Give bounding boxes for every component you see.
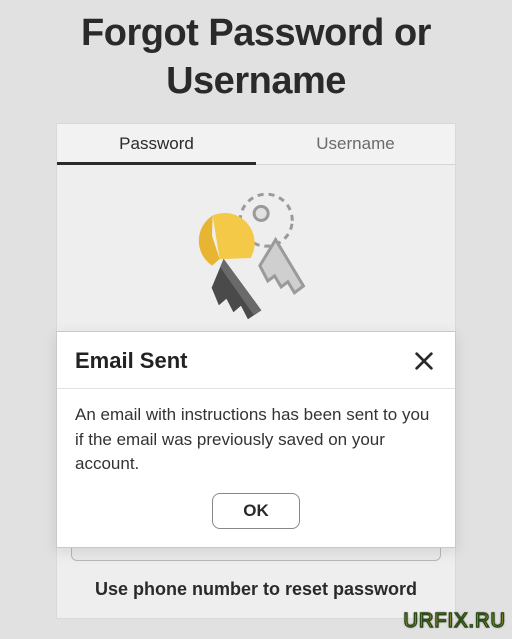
dialog-header: Email Sent: [57, 332, 455, 389]
tab-password-label: Password: [119, 134, 194, 153]
page-title: Forgot Password or Username: [0, 10, 512, 123]
close-icon: [413, 350, 435, 372]
dialog-actions: OK: [57, 483, 455, 547]
recovery-tabs: Password Username: [57, 124, 455, 165]
close-button[interactable]: [411, 348, 437, 374]
forgot-credentials-page: Forgot Password or Username Password Use…: [0, 0, 512, 639]
tab-username[interactable]: Username: [256, 124, 455, 164]
email-sent-dialog: Email Sent An email with instructions ha…: [56, 331, 456, 548]
key-icon: [186, 187, 326, 327]
ok-button[interactable]: OK: [212, 493, 300, 529]
dialog-title: Email Sent: [75, 348, 187, 374]
use-phone-link[interactable]: Use phone number to reset password: [71, 579, 441, 600]
tab-username-label: Username: [316, 134, 394, 153]
dialog-body: An email with instructions has been sent…: [57, 389, 455, 483]
tab-password[interactable]: Password: [57, 124, 256, 164]
